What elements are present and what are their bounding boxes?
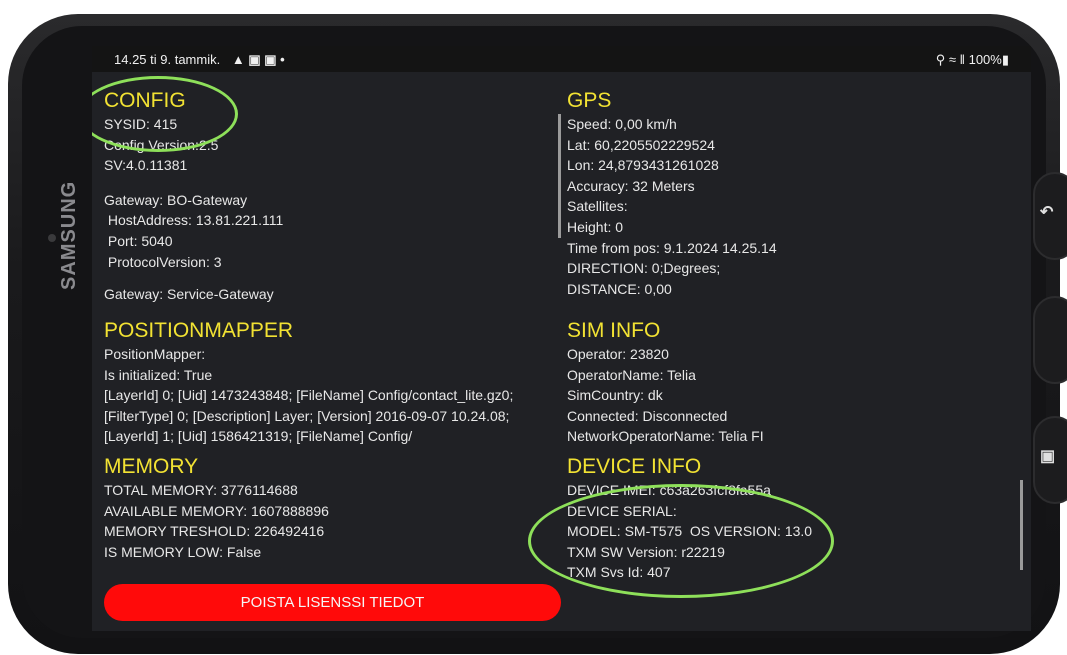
deviceinfo-section: DEVICE INFO DEVICE IMEI: c63a263fcf8fa55… — [567, 454, 997, 584]
config-host: HostAddress: 13.81.221.111 — [104, 212, 284, 229]
gps-distance: DISTANCE: 0,00 — [567, 280, 672, 297]
device-txm-version: TXM SW Version: r22219 — [567, 543, 725, 560]
gps-time: Time from pos: 9.1.2024 14.25.14 — [567, 239, 777, 256]
memory-title: MEMORY — [104, 455, 199, 478]
pm-line-4: [LayerId] 1; [Uid] 1586421319; [FileName… — [104, 428, 413, 444]
remove-license-button[interactable]: POISTA LISENSSI TIEDOT — [104, 584, 561, 621]
status-left: 14.25 ti 9. tammik. ▲ ▣ ▣ • — [114, 52, 285, 68]
pm-line-2: [LayerId] 0; [Uid] 1473243848; [FileName… — [104, 387, 514, 404]
memory-available: AVAILABLE MEMORY: 1607888896 — [104, 502, 329, 519]
device-serial: DEVICE SERIAL: — [567, 502, 677, 519]
config-port: Port: 5040 — [104, 232, 173, 249]
recents-icon: ▣ — [1040, 448, 1056, 465]
page-scrollbar[interactable] — [1020, 480, 1023, 570]
sim-network-operator: NetworkOperatorName: Telia FI — [567, 428, 764, 444]
gps-section: GPS Speed: 0,00 km/h Lat: 60,22055022295… — [567, 88, 997, 303]
clock-date: 14.25 ti 9. tammik. — [114, 52, 221, 67]
sim-connected: Connected: Disconnected — [567, 407, 728, 424]
device-model: MODEL: SM-T575 OS VERSION: 13.0 — [567, 523, 813, 540]
siminfo-title: SIM INFO — [567, 319, 661, 342]
sim-operator: Operator: 23820 — [567, 346, 669, 362]
pm-line-3: [FilterType] 0; [Description] Layer; [Ve… — [104, 407, 510, 424]
config-protocol: ProtocolVersion: 3 — [104, 253, 222, 270]
notification-icons: ▲ ▣ ▣ • — [231, 52, 285, 67]
memory-low: IS MEMORY LOW: False — [104, 543, 262, 560]
gps-lat: Lat: 60,2205502229524 — [567, 136, 715, 153]
brand-logo: SAMSUNG — [58, 180, 80, 290]
pm-line-0: PositionMapper: — [104, 346, 206, 362]
config-sv: SV:4.0.11381 — [104, 157, 188, 174]
memory-section: MEMORY TOTAL MEMORY: 3776114688 AVAILABL… — [104, 454, 554, 566]
config-section: CONFIG SYSID: 415 Config Version:2.5 SV:… — [104, 88, 554, 310]
gps-title: GPS — [567, 89, 612, 112]
memory-total: TOTAL MEMORY: 3776114688 — [104, 482, 298, 498]
app-screen: 14.25 ti 9. tammik. ▲ ▣ ▣ • ⚲ ≈ ‖ 100%▮ … — [92, 46, 1031, 631]
device-imei: DEVICE IMEI: c63a263fcf8fa55a — [567, 482, 771, 498]
sim-operator-name: OperatorName: Telia — [567, 366, 696, 383]
sim-country: SimCountry: dk — [567, 387, 663, 404]
gps-direction: DIRECTION: 0;Degrees; — [567, 260, 721, 277]
gps-height: Height: 0 — [567, 218, 624, 235]
config-gateway: Gateway: BO-Gateway — [104, 191, 248, 208]
deviceinfo-title: DEVICE INFO — [567, 455, 702, 478]
gps-accuracy: Accuracy: 32 Meters — [567, 177, 695, 194]
device-txm-svs: TXM Svs Id: 407 — [567, 564, 671, 581]
siminfo-section: SIM INFO Operator: 23820 OperatorName: T… — [567, 318, 997, 444]
memory-threshold: MEMORY TRESHOLD: 226492416 — [104, 523, 325, 540]
status-right: ⚲ ≈ ‖ 100%▮ — [935, 52, 1009, 67]
gps-satellites: Satellites: — [567, 198, 628, 215]
gps-scrollbar[interactable] — [558, 114, 561, 238]
camera-icon — [48, 234, 56, 242]
config-gateway-2: Gateway: Service-Gateway — [104, 286, 274, 303]
positionmapper-section: POSITIONMAPPER PositionMapper: Is initia… — [104, 318, 569, 444]
gps-lon: Lon: 24,8793431261028 — [567, 157, 719, 174]
config-title: CONFIG — [104, 89, 186, 112]
home-key[interactable] — [1033, 296, 1067, 384]
config-sysid: SYSID: 415 — [104, 116, 178, 132]
status-bar: 14.25 ti 9. tammik. ▲ ▣ ▣ • ⚲ ≈ ‖ 100%▮ — [92, 46, 1031, 72]
config-version: Config Version:2.5 — [104, 136, 219, 153]
positionmapper-title: POSITIONMAPPER — [104, 319, 294, 342]
back-icon: ↶ — [1040, 204, 1054, 221]
pm-line-1: Is initialized: True — [104, 366, 213, 383]
gps-speed: Speed: 0,00 km/h — [567, 116, 677, 132]
